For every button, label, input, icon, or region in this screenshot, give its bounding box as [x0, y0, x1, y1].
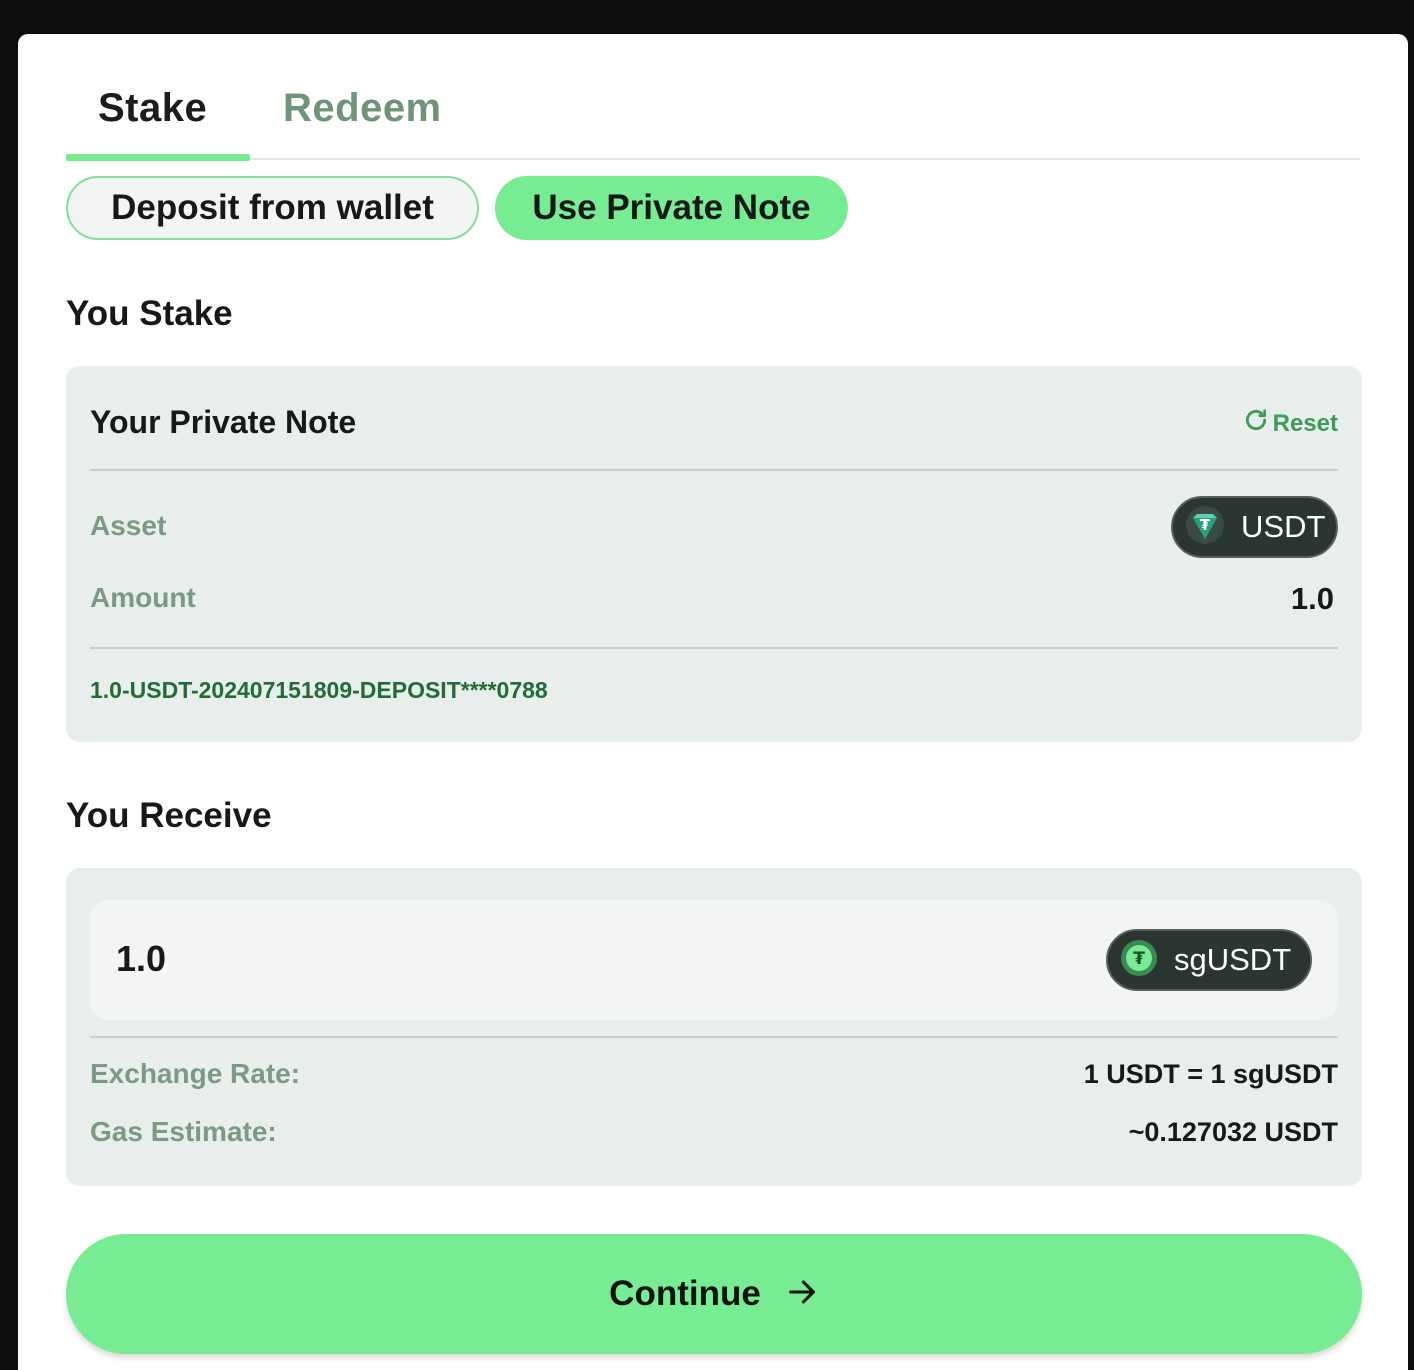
- svg-text:₮: ₮: [1133, 949, 1145, 969]
- tab-redeem[interactable]: Redeem: [283, 86, 442, 131]
- usdt-token-icon: ₮: [1185, 505, 1225, 550]
- private-note-id: 1.0-USDT-202407151809-DEPOSIT****0788: [90, 677, 548, 703]
- active-tab-indicator: [66, 154, 250, 161]
- reset-button[interactable]: Reset: [1243, 407, 1338, 440]
- reset-label: Reset: [1272, 409, 1338, 437]
- tab-bar: Stake Redeem: [66, 34, 1360, 161]
- amount-label: Amount: [90, 582, 196, 613]
- gas-estimate-label: Gas Estimate:: [90, 1116, 277, 1147]
- use-private-note-button[interactable]: Use Private Note: [495, 176, 848, 240]
- stake-card: Stake Redeem Deposit from wallet Use Pri…: [18, 34, 1408, 1370]
- private-note-panel: Your Private Note Reset Asset ₮ USDT Amo…: [66, 366, 1362, 742]
- exchange-rate-value: 1 USDT = 1 sgUSDT: [1083, 1059, 1338, 1089]
- private-note-title: Your Private Note: [90, 404, 357, 440]
- continue-button[interactable]: Continue: [66, 1234, 1362, 1354]
- gas-estimate-value: ~0.127032 USDT: [1128, 1117, 1338, 1147]
- you-stake-title: You Stake: [66, 294, 233, 333]
- divider: [90, 647, 1338, 649]
- exchange-rate-label: Exchange Rate:: [90, 1058, 301, 1089]
- receive-amount-value: 1.0: [116, 938, 167, 979]
- svg-text:₮: ₮: [1200, 516, 1211, 534]
- continue-label: Continue: [609, 1274, 761, 1313]
- divider: [90, 1036, 1338, 1038]
- refresh-icon: [1243, 407, 1269, 440]
- arrow-right-icon: [785, 1275, 819, 1314]
- you-receive-title: You Receive: [66, 796, 272, 835]
- receive-panel: 1.0 ₮ sgUSDT Exchange Rate: 1 USDT = 1 s…: [66, 868, 1362, 1186]
- tab-stake[interactable]: Stake: [98, 86, 207, 131]
- private-note-header: Your Private Note Reset: [90, 366, 1338, 471]
- receive-amount-box: 1.0 ₮ sgUSDT: [90, 900, 1338, 1020]
- amount-value: 1.0: [1290, 581, 1334, 616]
- sgusdt-token-icon: ₮: [1120, 939, 1158, 982]
- asset-label: Asset: [90, 510, 167, 541]
- asset-token-label: USDT: [1241, 509, 1326, 544]
- asset-token-pill[interactable]: ₮ USDT: [1171, 496, 1338, 558]
- receive-token-pill[interactable]: ₮ sgUSDT: [1106, 929, 1312, 991]
- receive-token-label: sgUSDT: [1174, 942, 1292, 977]
- deposit-from-wallet-button[interactable]: Deposit from wallet: [66, 176, 479, 240]
